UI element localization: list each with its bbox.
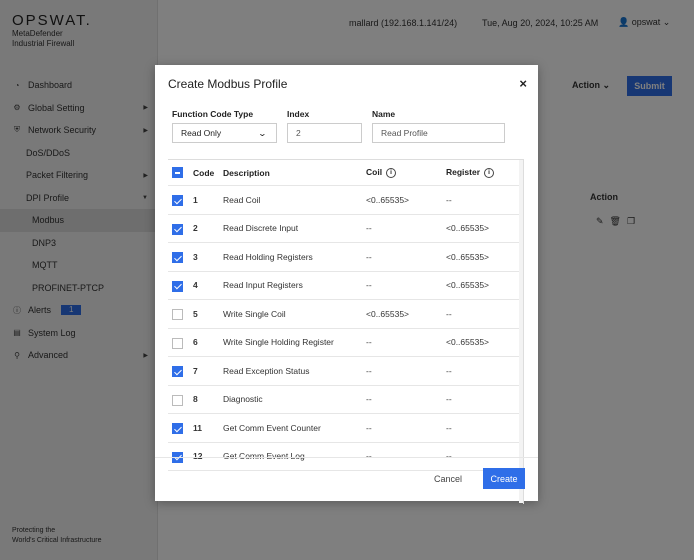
table-row: 8 Diagnostic -- -- <box>168 386 522 414</box>
cell-description: Read Exception Status <box>223 365 310 376</box>
cell-code: 6 <box>193 337 198 348</box>
cell-register: -- <box>446 394 452 405</box>
cell-description: Read Input Registers <box>223 280 303 291</box>
cancel-button[interactable]: Cancel <box>434 469 462 489</box>
column-header-register: Register i <box>446 167 495 178</box>
cell-register: -- <box>446 365 452 376</box>
function-code-table: Code Description Coil i Register i 1 Read C… <box>168 159 524 504</box>
name-label: Name <box>372 109 396 119</box>
function-code-type-value: Read Only <box>181 128 222 138</box>
cell-description: Read Coil <box>223 194 261 205</box>
create-modbus-profile-dialog: Create Modbus Profile × Function Code Ty… <box>155 65 538 504</box>
row-checkbox[interactable] <box>172 252 183 263</box>
cell-code: 5 <box>193 308 198 319</box>
cell-description: Write Single Coil <box>223 308 286 319</box>
function-code-type-select[interactable]: Read Only ⌄ <box>172 123 277 143</box>
cell-register: <0..65535> <box>446 337 490 348</box>
index-label: Index <box>287 109 310 119</box>
info-icon[interactable]: i <box>484 167 495 178</box>
cell-register: <0..65535> <box>446 251 490 262</box>
cell-coil: -- <box>366 394 372 405</box>
table-row: 3 Read Holding Registers -- <0..65535> <box>168 243 522 272</box>
table-header: Code Description Coil i Register i <box>168 160 522 186</box>
row-checkbox[interactable] <box>172 223 183 235</box>
table-row: 5 Write Single Coil <0..65535> -- <box>168 300 522 329</box>
index-input[interactable]: 2 <box>287 123 362 143</box>
cell-coil: -- <box>366 223 372 234</box>
cell-register: -- <box>446 194 452 205</box>
create-button[interactable]: Create <box>483 468 525 489</box>
info-icon[interactable]: i <box>386 167 397 178</box>
table-row: 6 Write Single Holding Register -- <0..6553… <box>168 329 522 357</box>
cell-register: -- <box>446 308 452 319</box>
column-header-coil: Coil i <box>366 167 397 178</box>
cell-description: Read Holding Registers <box>223 251 313 262</box>
chevron-down-icon: ⌄ <box>257 129 268 138</box>
cell-code: 7 <box>193 365 198 376</box>
cell-coil: <0..65535> <box>366 194 410 205</box>
row-checkbox[interactable] <box>172 337 183 349</box>
cell-register: <0..65535> <box>446 280 490 291</box>
row-checkbox[interactable] <box>172 423 183 434</box>
column-header-code: Code <box>193 167 215 178</box>
cell-code: 11 <box>193 422 202 433</box>
cell-description: Get Comm Event Counter <box>223 422 321 433</box>
cell-code: 8 <box>193 394 198 405</box>
column-header-description: Description <box>223 167 270 178</box>
register-header-label: Register <box>446 167 481 178</box>
cell-register: -- <box>446 422 452 433</box>
table-row: 7 Read Exception Status -- -- <box>168 357 522 386</box>
select-all-checkbox[interactable] <box>172 167 183 178</box>
row-checkbox[interactable] <box>172 366 183 377</box>
cell-coil: -- <box>366 280 372 291</box>
row-checkbox[interactable] <box>172 394 183 406</box>
cell-code: 2 <box>193 223 198 234</box>
cell-coil: <0..65535> <box>366 308 410 319</box>
table-row: 4 Read Input Registers -- <0..65535> <box>168 272 522 300</box>
table-row: 1 Read Coil <0..65535> -- <box>168 186 522 215</box>
close-icon[interactable]: × <box>519 76 527 91</box>
row-checkbox[interactable] <box>172 280 183 292</box>
cell-coil: -- <box>366 422 372 433</box>
coil-header-label: Coil <box>366 167 383 178</box>
cell-register: <0..65535> <box>446 223 490 234</box>
row-checkbox[interactable] <box>172 195 183 206</box>
cell-description: Write Single Holding Register <box>223 337 334 348</box>
cell-coil: -- <box>366 365 372 376</box>
dialog-footer-divider <box>155 457 538 458</box>
cell-description: Read Discrete Input <box>223 223 299 234</box>
cell-coil: -- <box>366 337 372 348</box>
name-input[interactable]: Read Profile <box>372 123 505 143</box>
cell-code: 4 <box>193 280 198 291</box>
cell-coil: -- <box>366 251 372 262</box>
row-checkbox[interactable] <box>172 309 183 320</box>
table-row: 11 Get Comm Event Counter -- -- <box>168 414 522 443</box>
table-row: 2 Read Discrete Input -- <0..65535> <box>168 215 522 243</box>
cell-description: Diagnostic <box>223 394 263 405</box>
table-scrollbar[interactable] <box>519 160 523 503</box>
function-code-type-label: Function Code Type <box>172 109 254 119</box>
dialog-title: Create Modbus Profile <box>168 77 288 91</box>
cell-code: 3 <box>193 251 198 262</box>
cell-code: 1 <box>193 194 198 205</box>
